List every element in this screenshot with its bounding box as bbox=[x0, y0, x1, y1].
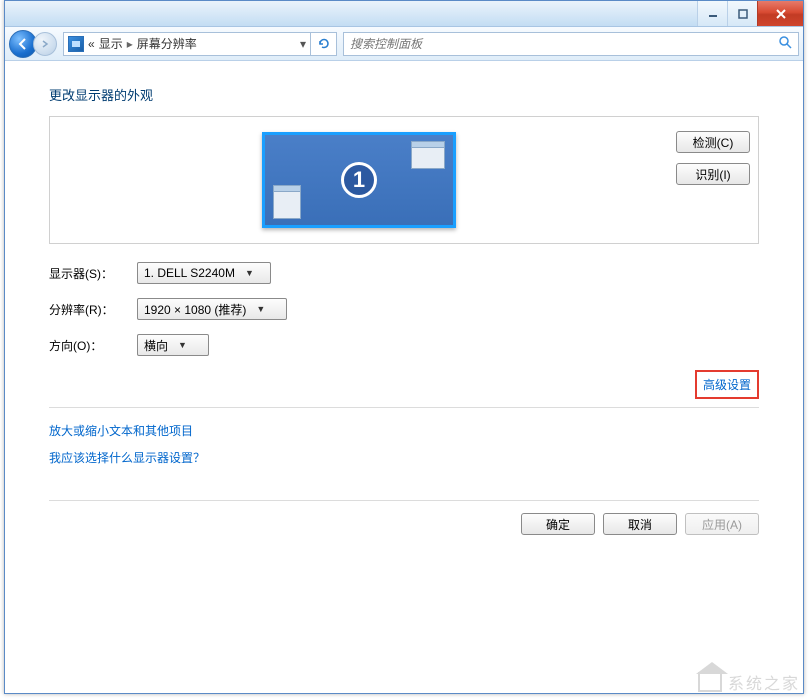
advanced-settings-link[interactable]: 高级设置 bbox=[695, 370, 759, 399]
display-preview[interactable]: 1 bbox=[58, 125, 660, 235]
chevron-down-icon: ▼ bbox=[256, 304, 265, 314]
display-selector-row: 显示器(S)： 1. DELL S2240M ▼ bbox=[49, 262, 759, 284]
watermark-text: 系统之家 bbox=[728, 670, 800, 694]
window-frame: « 显示 ▸ 屏幕分辨率 ▾ 更改显示器的外观 1 bbox=[4, 0, 804, 694]
minimize-button[interactable] bbox=[697, 1, 727, 26]
control-panel-icon bbox=[68, 36, 84, 52]
advanced-settings-row: 高级设置 bbox=[49, 370, 759, 399]
resolution-selector-row: 分辨率(R)： 1920 × 1080 (推荐) ▼ bbox=[49, 298, 759, 320]
orientation-value: 横向 bbox=[144, 337, 168, 354]
maximize-button[interactable] bbox=[727, 1, 757, 26]
display-combobox[interactable]: 1. DELL S2240M ▼ bbox=[137, 262, 271, 284]
preview-window-icon bbox=[411, 141, 445, 169]
monitor-1-preview[interactable]: 1 bbox=[262, 132, 456, 228]
display-label: 显示器(S)： bbox=[49, 265, 137, 282]
forward-button[interactable] bbox=[33, 32, 57, 56]
breadcrumb-display[interactable]: 显示 bbox=[99, 35, 123, 52]
detect-button[interactable]: 检测(C) bbox=[676, 131, 750, 153]
orientation-label: 方向(O)： bbox=[49, 337, 137, 354]
preview-window-icon bbox=[273, 185, 301, 219]
content-area: 更改显示器的外观 1 检测(C) 识别(I) 显示器(S)： 1. DELL S… bbox=[5, 61, 803, 545]
chevron-down-icon: ▼ bbox=[178, 340, 187, 350]
address-dropdown-icon[interactable]: ▾ bbox=[300, 37, 306, 51]
dialog-footer: 确定 取消 应用(A) bbox=[49, 500, 759, 535]
nav-bar: « 显示 ▸ 屏幕分辨率 ▾ bbox=[5, 27, 803, 61]
cancel-button[interactable]: 取消 bbox=[603, 513, 677, 535]
preview-side-buttons: 检测(C) 识别(I) bbox=[660, 125, 750, 185]
breadcrumb-separator-icon: ▸ bbox=[127, 37, 133, 51]
search-input[interactable] bbox=[350, 37, 774, 51]
identify-button[interactable]: 识别(I) bbox=[676, 163, 750, 185]
breadcrumb-resolution[interactable]: 屏幕分辨率 bbox=[137, 35, 197, 52]
resolution-combobox[interactable]: 1920 × 1080 (推荐) ▼ bbox=[137, 298, 287, 320]
search-box[interactable] bbox=[343, 32, 799, 56]
apply-button[interactable]: 应用(A) bbox=[685, 513, 759, 535]
search-icon[interactable] bbox=[778, 35, 792, 52]
watermark-house-icon bbox=[698, 672, 722, 692]
help-choose-display-link[interactable]: 我应该选择什么显示器设置？ bbox=[49, 449, 759, 466]
display-value: 1. DELL S2240M bbox=[144, 266, 235, 280]
breadcrumb-prefix: « bbox=[88, 37, 95, 51]
orientation-selector-row: 方向(O)： 横向 ▼ bbox=[49, 334, 759, 356]
watermark: 系统之家 bbox=[698, 670, 800, 694]
close-button[interactable] bbox=[757, 1, 803, 26]
resolution-value: 1920 × 1080 (推荐) bbox=[144, 301, 246, 318]
page-heading: 更改显示器的外观 bbox=[49, 85, 759, 104]
resolution-label: 分辨率(R)： bbox=[49, 301, 137, 318]
monitor-number-badge: 1 bbox=[341, 162, 377, 198]
orientation-combobox[interactable]: 横向 ▼ bbox=[137, 334, 209, 356]
title-bar bbox=[5, 1, 803, 27]
display-preview-panel: 1 检测(C) 识别(I) bbox=[49, 116, 759, 244]
chevron-down-icon: ▼ bbox=[245, 268, 254, 278]
ok-button[interactable]: 确定 bbox=[521, 513, 595, 535]
refresh-button[interactable] bbox=[311, 32, 337, 56]
text-size-link[interactable]: 放大或缩小文本和其他项目 bbox=[49, 422, 759, 439]
address-bar[interactable]: « 显示 ▸ 屏幕分辨率 ▾ bbox=[63, 32, 311, 56]
divider bbox=[49, 407, 759, 408]
